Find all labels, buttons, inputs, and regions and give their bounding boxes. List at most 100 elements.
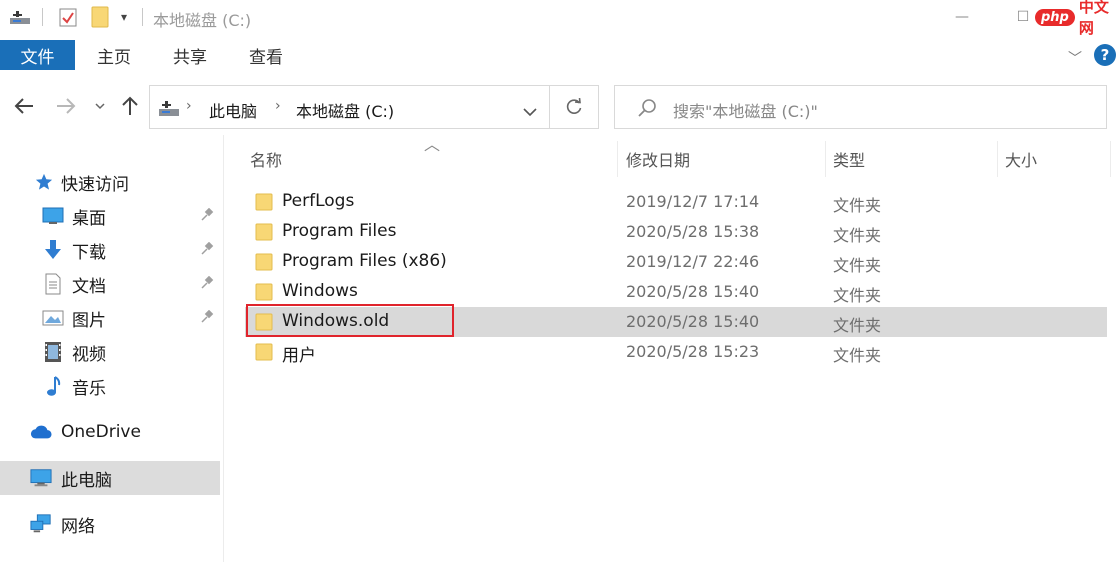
watermark-logo: php 中文网 (1035, 0, 1119, 37)
column-divider[interactable] (825, 141, 826, 177)
sidebar-item-label: OneDrive (61, 422, 141, 442)
sidebar-item-label: 图片 (72, 310, 106, 331)
file-modified: 2020/5/28 15:40 (626, 282, 760, 301)
ribbon-tabs: 文件 主页 共享 查看 ﹀ ? (0, 38, 1119, 74)
address-dropdown-icon[interactable] (523, 102, 537, 121)
column-divider[interactable] (997, 141, 998, 177)
file-modified: 2020/5/28 15:38 (626, 222, 760, 241)
breadcrumb-chevron-icon[interactable]: › (275, 98, 281, 114)
sidebar-item-downloads[interactable]: 下载 (0, 233, 220, 267)
customize-toolbar-icon[interactable]: ▾ (116, 6, 132, 28)
column-divider[interactable] (1110, 141, 1111, 177)
back-icon[interactable] (12, 94, 36, 118)
pin-icon[interactable] (200, 207, 216, 224)
table-row[interactable]: PerfLogs 2019/12/7 17:14 文件夹 (245, 187, 1107, 217)
column-divider[interactable] (617, 141, 618, 177)
forward-icon[interactable] (54, 94, 78, 118)
expand-ribbon-icon[interactable]: ﹀ (1068, 48, 1082, 68)
sidebar-item-label: 文档 (72, 276, 106, 297)
file-type: 文件夹 (833, 346, 882, 365)
sidebar-item-onedrive[interactable]: OneDrive (0, 415, 220, 449)
sidebar-item-desktop[interactable]: 桌面 (0, 199, 220, 233)
folder-icon (255, 193, 273, 211)
title-bar: ▾ 本地磁盘 (C:) — ☐ php 中文网 (0, 0, 1119, 37)
drive-icon (158, 99, 180, 121)
sidebar-item-videos[interactable]: 视频 (0, 335, 220, 369)
highlight-box (246, 304, 454, 337)
column-header-modified[interactable]: 修改日期 (626, 147, 690, 171)
column-header-size[interactable]: 大小 (1005, 147, 1037, 171)
file-name: Program Files (282, 221, 397, 241)
sidebar-item-music[interactable]: 音乐 (0, 369, 220, 403)
sidebar-item-label: 快速访问 (61, 174, 129, 195)
tab-view[interactable]: 查看 (249, 40, 283, 70)
file-type: 文件夹 (833, 196, 882, 215)
file-modified: 2020/5/28 15:23 (626, 342, 760, 361)
file-name: Program Files (x86) (282, 251, 447, 271)
cloud-icon (30, 421, 52, 443)
title-separator (42, 8, 43, 26)
window-title: 本地磁盘 (C:) (153, 11, 252, 30)
column-header-name[interactable]: 名称 (250, 147, 282, 171)
sidebar-item-network[interactable]: 网络 (0, 507, 220, 541)
video-icon (42, 341, 64, 363)
new-folder-icon[interactable] (88, 6, 112, 28)
desktop-icon (42, 205, 64, 227)
table-row[interactable]: Program Files (x86) 2019/12/7 22:46 文件夹 (245, 247, 1107, 277)
table-row[interactable]: Windows 2020/5/28 15:40 文件夹 (245, 277, 1107, 307)
watermark-text: 中文网 (1078, 0, 1109, 37)
sidebar-item-this-pc[interactable]: 此电脑 (0, 461, 220, 495)
sidebar-item-label: 桌面 (72, 208, 106, 229)
recent-locations-icon[interactable] (92, 94, 108, 118)
file-name: PerfLogs (282, 191, 355, 211)
file-type: 文件夹 (833, 226, 882, 245)
refresh-icon (566, 98, 582, 114)
pin-icon[interactable] (200, 275, 216, 292)
file-modified: 2019/12/7 22:46 (626, 252, 760, 271)
sidebar-item-label: 音乐 (72, 378, 106, 399)
folder-icon (255, 343, 273, 361)
title-separator (142, 8, 143, 26)
sidebar-item-quick-access[interactable]: 快速访问 (0, 165, 220, 199)
pin-icon[interactable] (200, 309, 216, 326)
sidebar-item-label: 此电脑 (61, 470, 112, 491)
star-icon (33, 171, 55, 193)
download-icon (42, 239, 64, 261)
tab-file[interactable]: 文件 (0, 40, 75, 70)
sidebar-item-pictures[interactable]: 图片 (0, 301, 220, 335)
network-icon (30, 513, 52, 535)
breadcrumb-this-pc[interactable]: 此电脑 (209, 98, 257, 122)
table-row[interactable]: Program Files 2020/5/28 15:38 文件夹 (245, 217, 1107, 247)
navigation-bar: › 此电脑 › 本地磁盘 (C:) 搜索"本地磁盘 (C:)" (0, 84, 1119, 129)
file-name: Windows (282, 281, 358, 301)
tab-home[interactable]: 主页 (97, 40, 131, 70)
search-placeholder: 搜索"本地磁盘 (C:)" (673, 102, 818, 121)
refresh-button[interactable] (549, 85, 599, 129)
computer-icon (30, 467, 52, 489)
column-header-type[interactable]: 类型 (833, 147, 865, 171)
folder-icon (255, 283, 273, 301)
breadcrumb-local-disk[interactable]: 本地磁盘 (C:) (296, 98, 394, 122)
up-icon[interactable] (118, 94, 142, 118)
folder-icon (255, 223, 273, 241)
minimize-button[interactable]: — (942, 4, 982, 30)
search-box[interactable]: 搜索"本地磁盘 (C:)" (614, 85, 1107, 129)
properties-icon[interactable] (56, 6, 80, 28)
breadcrumb-chevron-icon[interactable]: › (186, 98, 192, 114)
sidebar-item-label: 下载 (72, 242, 106, 263)
file-modified: 2020/5/28 15:40 (626, 312, 760, 331)
pin-icon[interactable] (200, 241, 216, 258)
file-type: 文件夹 (833, 256, 882, 275)
tab-share[interactable]: 共享 (173, 40, 207, 70)
navigation-pane: 快速访问 桌面 下载 文档 图片 视频 音乐 OneDrive 此电脑 网络 (0, 135, 224, 562)
file-type: 文件夹 (833, 286, 882, 305)
drive-icon[interactable] (8, 6, 32, 28)
file-modified: 2019/12/7 17:14 (626, 192, 760, 211)
table-row[interactable]: 用户 2020/5/28 15:23 文件夹 (245, 337, 1107, 367)
document-icon (42, 273, 64, 295)
help-icon[interactable]: ? (1094, 44, 1116, 66)
sidebar-item-documents[interactable]: 文档 (0, 267, 220, 301)
sort-ascending-icon: ︿ (424, 135, 441, 154)
search-icon (637, 98, 657, 122)
address-bar[interactable]: › 此电脑 › 本地磁盘 (C:) (149, 85, 549, 129)
